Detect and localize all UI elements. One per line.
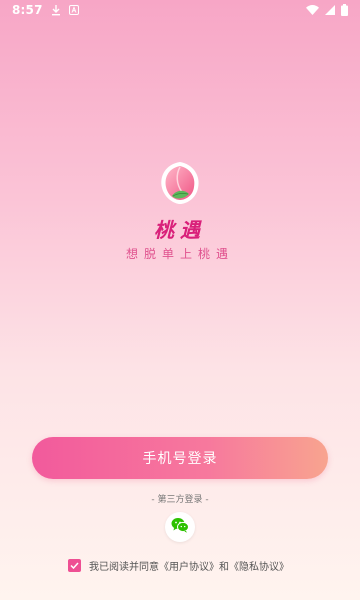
- agreement-conjunction: 和: [219, 562, 229, 573]
- app-slogan: 想脱单上桃遇: [125, 247, 234, 261]
- phone-login-button[interactable]: 手机号登录: [32, 437, 328, 479]
- wifi-icon: [306, 5, 319, 15]
- agreement-prefix: 我已阅读并同意: [89, 562, 159, 573]
- status-left: 8:57: [12, 3, 79, 17]
- privacy-agreement-link[interactable]: 《隐私协议》: [229, 562, 289, 573]
- peach-logo-icon: [158, 158, 202, 206]
- agreement-text: 我已阅读并同意《用户协议》和《隐私协议》: [89, 558, 289, 573]
- wechat-icon: [171, 517, 189, 537]
- agreement-row: 我已阅读并同意《用户协议》和《隐私协议》: [68, 558, 360, 573]
- wechat-login-button[interactable]: [165, 512, 195, 542]
- app-title: 桃遇: [154, 218, 206, 242]
- agreement-checkbox[interactable]: [68, 559, 81, 572]
- logo-block: 桃遇 想脱单上桃遇: [0, 158, 360, 262]
- signal-icon: [325, 5, 335, 15]
- status-right: [306, 4, 348, 16]
- battery-icon: [341, 4, 348, 16]
- user-agreement-link[interactable]: 《用户协议》: [159, 562, 219, 573]
- download-icon: [51, 4, 61, 16]
- status-time: 8:57: [12, 3, 43, 17]
- status-bar: 8:57: [0, 0, 360, 20]
- third-party-label: - 第三方登录 -: [151, 495, 209, 505]
- notification-a-icon: [68, 5, 79, 15]
